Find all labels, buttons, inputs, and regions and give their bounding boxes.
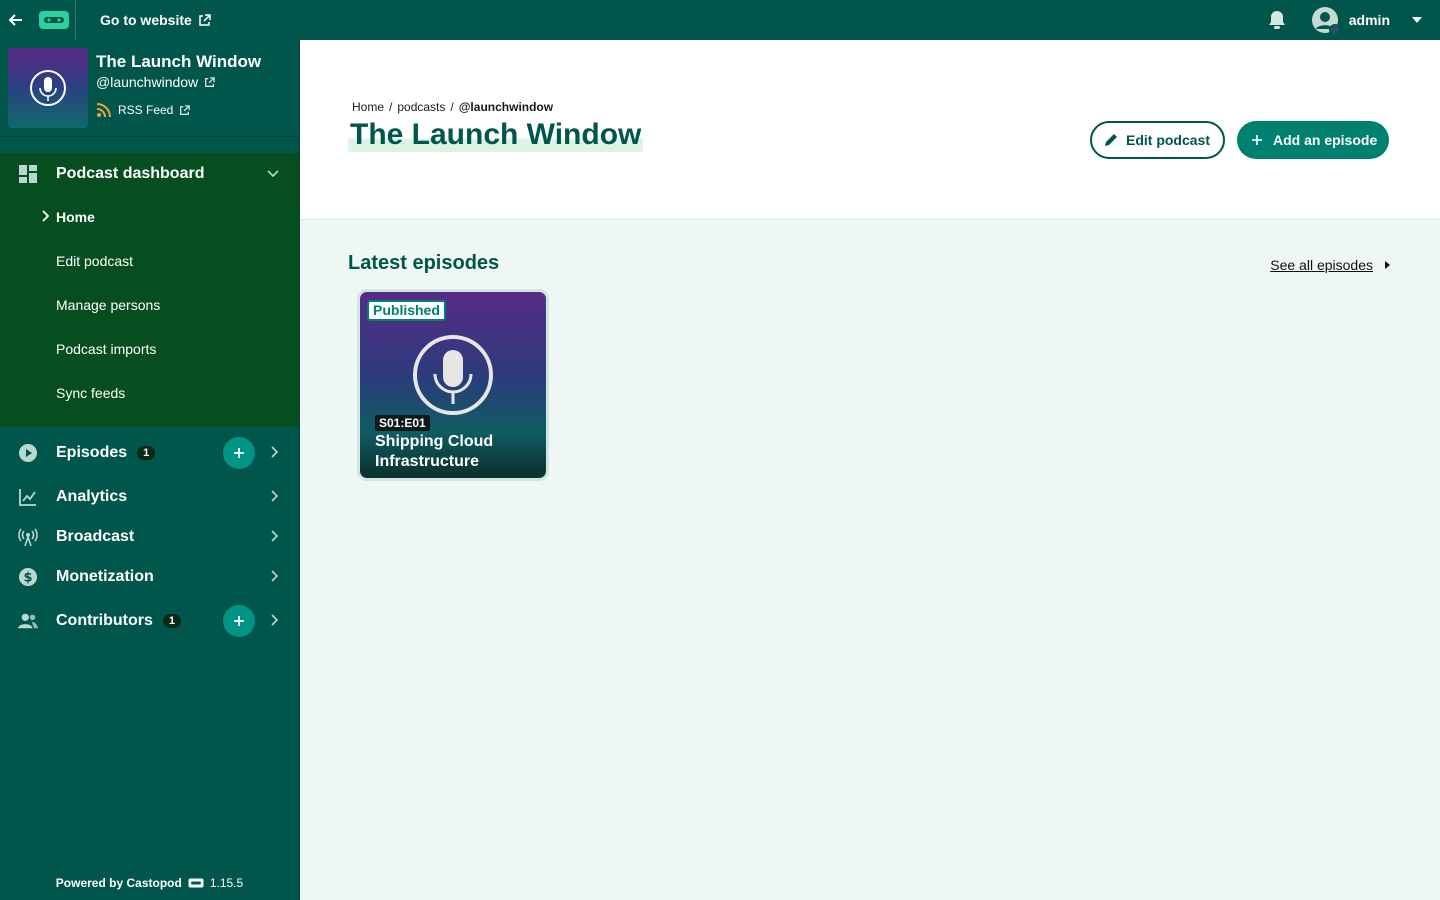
- analytics-chart-icon: [18, 487, 38, 507]
- sidebar-subitem-edit-podcast[interactable]: Edit podcast: [0, 239, 299, 283]
- chevron-right-icon: [271, 490, 279, 502]
- chevron-right-icon: [271, 614, 279, 626]
- users-icon: [18, 611, 38, 631]
- add-episode-label: Add an episode: [1273, 132, 1378, 148]
- caret-down-icon: [1412, 17, 1422, 23]
- podcast-title: The Launch Window: [96, 52, 262, 71]
- pencil-icon: [1105, 134, 1117, 146]
- sidebar-item-monetization[interactable]: $ Monetization: [0, 557, 299, 597]
- sidebar-subitem-podcast-imports[interactable]: Podcast imports: [0, 327, 299, 371]
- microphone-icon: [30, 70, 66, 106]
- sidebar-subitem-label: Podcast imports: [56, 341, 157, 357]
- podcast-dashboard-section: Podcast dashboard Home Edit podcast Mana…: [0, 153, 299, 427]
- podcast-cover[interactable]: [8, 48, 88, 128]
- external-link-icon: [180, 104, 191, 115]
- published-status-badge: Published: [367, 300, 446, 321]
- caret-right-icon: [1385, 261, 1390, 269]
- podcast-handle: @launchwindow: [96, 74, 199, 90]
- broadcast-antenna-icon: [18, 527, 38, 547]
- chevron-down-icon: [267, 170, 279, 178]
- sidebar-subitem-manage-persons[interactable]: Manage persons: [0, 283, 299, 327]
- see-all-episodes-label: See all episodes: [1270, 257, 1373, 273]
- user-menu[interactable]: admin: [1311, 6, 1422, 36]
- powered-by-label[interactable]: Powered by Castopod: [56, 876, 182, 890]
- back-arrow-icon[interactable]: [0, 0, 32, 40]
- episode-title: Shipping Cloud Infrastructure: [375, 433, 494, 470]
- episodes-count-badge: 1: [137, 446, 156, 460]
- edit-podcast-button[interactable]: Edit podcast: [1090, 121, 1226, 159]
- edit-podcast-label: Edit podcast: [1126, 132, 1211, 148]
- chevron-right-icon: [271, 570, 279, 582]
- breadcrumb-separator: /: [450, 100, 454, 114]
- chevron-right-icon: [271, 446, 279, 458]
- microphone-icon: [413, 335, 493, 415]
- sidebar-item-label: Contributors: [56, 612, 153, 629]
- external-link-icon: [205, 76, 215, 87]
- external-link-icon: [199, 13, 211, 26]
- add-episode-header-button[interactable]: Add an episode: [1237, 121, 1390, 159]
- breadcrumb-separator: /: [389, 100, 393, 114]
- rss-feed-label: RSS Feed: [118, 103, 174, 117]
- latest-episodes-heading: Latest episodes: [348, 252, 500, 274]
- sidebar-subitem-home[interactable]: Home: [0, 195, 299, 239]
- plus-icon: [234, 448, 244, 458]
- episode-number: S01:E01: [375, 415, 430, 431]
- powered-by-footer: Powered by Castopod 1.15.5: [0, 876, 299, 890]
- sidebar-item-analytics[interactable]: Analytics: [0, 477, 299, 517]
- chevron-right-icon: [42, 210, 49, 222]
- podcast-handle-link[interactable]: @launchwindow: [96, 74, 261, 90]
- avatar: [1311, 6, 1341, 36]
- add-episode-button[interactable]: [223, 437, 255, 469]
- breadcrumb: Home / podcasts / @launchwindow: [352, 100, 553, 114]
- page-title: The Launch Window: [348, 118, 644, 152]
- plus-icon: [1252, 135, 1262, 145]
- sidebar-item-label: Episodes: [56, 444, 128, 461]
- breadcrumb-current: @launchwindow: [458, 100, 554, 114]
- avatar-status-badge: [1328, 24, 1341, 36]
- sidebar-subitem-label: Manage persons: [56, 297, 161, 313]
- see-all-episodes-link[interactable]: See all episodes: [1270, 257, 1390, 273]
- username-label: admin: [1348, 12, 1390, 28]
- episode-card[interactable]: Published S01:E01 Shipping Cloud Infrast…: [357, 289, 549, 481]
- svg-text:$: $: [23, 571, 32, 586]
- sidebar-subitem-label: Home: [56, 209, 95, 225]
- sidebar-item-broadcast[interactable]: Broadcast: [0, 517, 299, 557]
- sidebar-item-label: Analytics: [56, 488, 128, 505]
- castopod-logo-icon[interactable]: [32, 0, 76, 40]
- sidebar-item-episodes[interactable]: Episodes 1: [0, 433, 299, 473]
- chevron-right-icon: [271, 530, 279, 542]
- breadcrumb-home[interactable]: Home: [352, 100, 384, 114]
- top-bar: Go to website admin: [0, 0, 1440, 40]
- plus-icon: [234, 616, 244, 626]
- sidebar-subitem-label: Edit podcast: [56, 253, 134, 269]
- rss-feed-link[interactable]: RSS Feed: [96, 102, 261, 118]
- add-contributor-button[interactable]: [223, 605, 255, 637]
- sidebar-subitem-sync-feeds[interactable]: Sync feeds: [0, 371, 299, 415]
- notifications-bell-icon[interactable]: [1257, 0, 1297, 40]
- castopod-logo-icon: [188, 878, 204, 888]
- sidebar-item-label: Podcast dashboard: [56, 165, 205, 182]
- go-to-website-link[interactable]: Go to website: [100, 12, 211, 28]
- sidebar-item-podcast-dashboard[interactable]: Podcast dashboard: [0, 153, 299, 195]
- dashboard-icon: [18, 164, 38, 184]
- play-circle-icon: [18, 443, 38, 463]
- sidebar-item-label: Broadcast: [56, 528, 135, 545]
- sidebar-item-contributors[interactable]: Contributors 1: [0, 601, 299, 641]
- version-label: 1.15.5: [209, 876, 244, 890]
- podcast-header: The Launch Window @launchwindow RSS Feed: [0, 40, 299, 137]
- sidebar: The Launch Window @launchwindow RSS Feed…: [0, 40, 300, 900]
- dollar-circle-icon: $: [18, 567, 38, 587]
- page-header: Home / podcasts / @launchwindow The Laun…: [300, 40, 1440, 220]
- breadcrumb-podcasts[interactable]: podcasts: [397, 100, 445, 114]
- sidebar-subitem-label: Sync feeds: [56, 385, 126, 401]
- rss-icon: [96, 103, 111, 118]
- go-to-website-label: Go to website: [100, 12, 192, 28]
- contributors-count-badge: 1: [162, 614, 181, 628]
- sidebar-item-label: Monetization: [56, 568, 154, 585]
